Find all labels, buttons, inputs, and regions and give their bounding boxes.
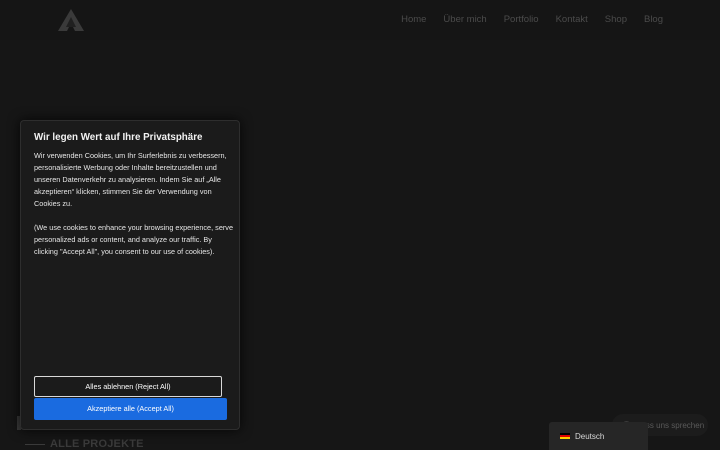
cookie-text-de: Wir verwenden Cookies, um Ihr Surferlebn… <box>34 151 227 208</box>
section-divider <box>25 444 45 445</box>
cookie-text-en: (We use cookies to enhance your browsing… <box>34 223 234 256</box>
cookie-dialog-text: Wir verwenden Cookies, um Ihr Surferlebn… <box>34 150 234 270</box>
logo-icon[interactable] <box>57 8 85 32</box>
nav-home[interactable]: Home <box>401 14 426 25</box>
reject-all-button[interactable]: Alles ablehnen (Reject All) <box>34 376 222 397</box>
nav-portfolio[interactable]: Portfolio <box>504 14 539 25</box>
germany-flag-icon <box>560 432 570 440</box>
accept-all-button[interactable]: Akzeptiere alle (Accept All) <box>34 398 227 420</box>
cookie-dialog-title: Wir legen Wert auf Ihre Privatsphäre <box>34 132 203 143</box>
section-title: ALLE PROJEKTE <box>50 438 144 450</box>
language-label: Deutsch <box>575 431 605 441</box>
cookie-consent-dialog: Wir legen Wert auf Ihre Privatsphäre Wir… <box>20 120 240 430</box>
nav-ueber-mich[interactable]: Über mich <box>443 14 486 25</box>
site-header: Home Über mich Portfolio Kontakt Shop Bl… <box>0 0 720 40</box>
nav-blog[interactable]: Blog <box>644 14 663 25</box>
main-nav: Home Über mich Portfolio Kontakt Shop Bl… <box>401 14 663 25</box>
nav-shop[interactable]: Shop <box>605 14 627 25</box>
nav-kontakt[interactable]: Kontakt <box>556 14 588 25</box>
language-switcher[interactable]: Deutsch <box>549 422 648 450</box>
